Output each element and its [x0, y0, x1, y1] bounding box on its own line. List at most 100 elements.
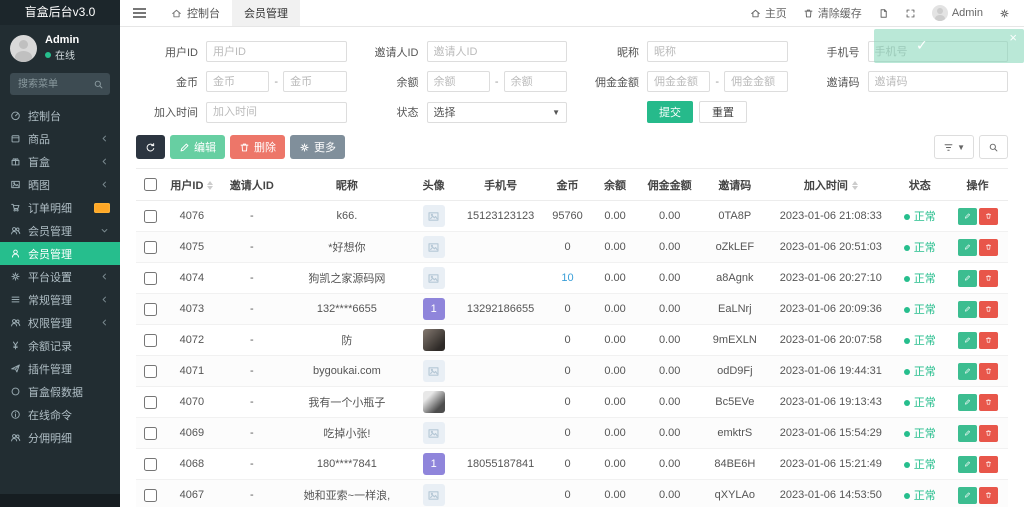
- row-checkbox[interactable]: [144, 334, 157, 347]
- sidebar-item-platform[interactable]: 平台设置: [0, 265, 120, 288]
- row-delete-button[interactable]: [979, 270, 998, 287]
- cell-invite-code: 9mEXLN: [700, 325, 769, 356]
- sidebar-item-members[interactable]: 会员管理: [0, 219, 120, 242]
- row-checkbox[interactable]: [144, 210, 157, 223]
- select-all-checkbox[interactable]: [144, 178, 157, 191]
- sidebar-item-dashboard[interactable]: 控制台: [0, 104, 120, 127]
- navbar-settings[interactable]: [991, 8, 1018, 19]
- row-edit-button[interactable]: [958, 208, 977, 225]
- chevron-left-icon: [99, 179, 110, 190]
- menu-toggle-icon[interactable]: [120, 0, 159, 26]
- cell-nickname: 防: [284, 325, 410, 356]
- row-delete-button[interactable]: [979, 394, 998, 411]
- table-search-button[interactable]: [979, 135, 1008, 159]
- row-delete-button[interactable]: [979, 301, 998, 318]
- row-delete-button[interactable]: [979, 208, 998, 225]
- balance-max-input[interactable]: [504, 71, 567, 92]
- sidebar-item-label: 晒图: [28, 177, 50, 193]
- row-delete-button[interactable]: [979, 332, 998, 349]
- row-checkbox[interactable]: [144, 365, 157, 378]
- row-edit-button[interactable]: [958, 456, 977, 473]
- status-badge: 正常: [904, 366, 936, 378]
- cell-user-id: 4070: [164, 387, 219, 418]
- navbar-home[interactable]: 主页: [742, 5, 795, 21]
- row-edit-button[interactable]: [958, 425, 977, 442]
- sidebar-item-orders[interactable]: 订单明细: [0, 196, 120, 219]
- sidebar-item-gallery[interactable]: 晒图: [0, 173, 120, 196]
- sidebar-item-balance[interactable]: 余额记录: [0, 334, 120, 357]
- tab-dashboard[interactable]: 控制台: [159, 0, 232, 26]
- row-delete-button[interactable]: [979, 239, 998, 256]
- sidebar-item-label: 控制台: [28, 108, 61, 124]
- row-edit-button[interactable]: [958, 487, 977, 504]
- status-select[interactable]: 选择 ▼: [427, 102, 568, 123]
- navbar-document[interactable]: [870, 8, 897, 19]
- admin-avatar: [932, 5, 948, 21]
- refresh-button[interactable]: [136, 135, 165, 159]
- invite-code-input[interactable]: [868, 71, 1009, 92]
- row-checkbox[interactable]: [144, 458, 157, 471]
- sidebar-item-commands[interactable]: 在线命令: [0, 403, 120, 426]
- row-checkbox[interactable]: [144, 396, 157, 409]
- user-avatar: [10, 35, 37, 62]
- row-checkbox[interactable]: [144, 241, 157, 254]
- row-edit-button[interactable]: [958, 239, 977, 256]
- row-checkbox[interactable]: [144, 427, 157, 440]
- content-area: 用户ID 邀请人ID 昵称 手机号: [120, 27, 1024, 507]
- navbar-admin[interactable]: Admin: [924, 5, 991, 21]
- edit-button[interactable]: 编辑: [170, 135, 225, 159]
- row-checkbox[interactable]: [144, 303, 157, 316]
- coins-max-input[interactable]: [283, 71, 346, 92]
- delete-button[interactable]: 删除: [230, 135, 285, 159]
- cell-balance: 0.00: [591, 232, 639, 263]
- row-edit-button[interactable]: [958, 270, 977, 287]
- commission-min-input[interactable]: [647, 71, 710, 92]
- cell-user-id: 4071: [164, 356, 219, 387]
- status-badge: 正常: [904, 304, 936, 316]
- toast-close-icon[interactable]: ×: [1009, 30, 1017, 45]
- inviter-id-input[interactable]: [427, 41, 568, 62]
- cell-invite-code: Bc5EVe: [700, 387, 769, 418]
- columns-button[interactable]: ▼: [934, 135, 974, 159]
- search-icon[interactable]: [93, 79, 104, 90]
- join-time-input[interactable]: [206, 102, 347, 123]
- tab-members[interactable]: 会员管理: [232, 0, 300, 26]
- row-delete-button[interactable]: [979, 425, 998, 442]
- nickname-input[interactable]: [647, 41, 788, 62]
- row-checkbox[interactable]: [144, 272, 157, 285]
- col-user-id: 用户ID: [164, 169, 219, 201]
- more-button[interactable]: 更多: [290, 135, 345, 159]
- commission-max-input[interactable]: [724, 71, 787, 92]
- sidebar-item-goods[interactable]: 商品: [0, 127, 120, 150]
- row-edit-button[interactable]: [958, 363, 977, 380]
- row-delete-button[interactable]: [979, 456, 998, 473]
- sidebar-item-label: 盲盒: [28, 154, 50, 170]
- navbar-fullscreen[interactable]: [897, 8, 924, 19]
- sort-icon[interactable]: [852, 181, 858, 190]
- row-delete-button[interactable]: [979, 363, 998, 380]
- sidebar-item-plugins[interactable]: 插件管理: [0, 357, 120, 380]
- sort-icon[interactable]: [207, 181, 213, 190]
- navbar-clear-cache[interactable]: 清除缓存: [795, 5, 870, 21]
- balance-min-input[interactable]: [427, 71, 490, 92]
- row-edit-button[interactable]: [958, 301, 977, 318]
- sidebar-item-blindbox[interactable]: 盲盒: [0, 150, 120, 173]
- sidebar-item-permissions[interactable]: 权限管理: [0, 311, 120, 334]
- row-edit-button[interactable]: [958, 394, 977, 411]
- coins-value: 0: [564, 303, 570, 315]
- sidebar-item-label: 权限管理: [28, 315, 72, 331]
- row-checkbox[interactable]: [144, 489, 157, 502]
- sidebar-item-general[interactable]: 常规管理: [0, 288, 120, 311]
- user-id-input[interactable]: [206, 41, 347, 62]
- sidebar-item-members-sub[interactable]: 会员管理: [0, 242, 120, 265]
- reset-button[interactable]: 重置: [699, 101, 747, 123]
- sidebar-item-fakedata[interactable]: 盲盒假数据: [0, 380, 120, 403]
- phone-input[interactable]: [868, 41, 1009, 62]
- coins-min-input[interactable]: [206, 71, 269, 92]
- sidebar-item-commission[interactable]: 分佣明细: [0, 426, 120, 449]
- submit-button[interactable]: 提交: [647, 101, 693, 123]
- chevron-left-icon: [99, 317, 110, 328]
- row-edit-button[interactable]: [958, 332, 977, 349]
- row-delete-button[interactable]: [979, 487, 998, 504]
- coins-link[interactable]: 10: [561, 272, 573, 284]
